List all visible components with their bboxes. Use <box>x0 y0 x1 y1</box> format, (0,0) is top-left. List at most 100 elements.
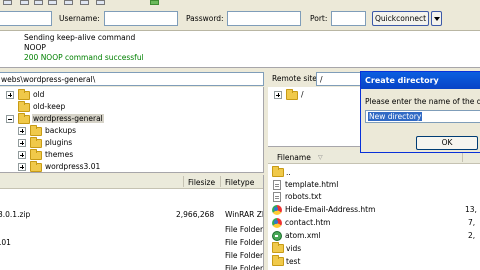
file-name: 3.0.1.zip <box>0 210 31 219</box>
file-name: .. <box>286 168 291 177</box>
toggle-log-icon[interactable] <box>20 0 29 5</box>
html-file-icon <box>273 180 281 190</box>
site-manager-icon[interactable] <box>3 0 12 5</box>
log-line: Sending keep-alive command <box>24 33 136 42</box>
expand-icon[interactable] <box>18 127 26 135</box>
username-label: Username: <box>59 14 100 23</box>
password-input[interactable] <box>227 11 301 26</box>
expand-icon[interactable] <box>274 91 282 99</box>
folder-icon <box>30 137 42 148</box>
file-name: template.html <box>285 180 339 189</box>
quickconnect-button[interactable]: Quickconnect <box>372 11 429 26</box>
file-row[interactable]: test <box>268 255 480 268</box>
ok-button[interactable]: OK <box>416 136 478 150</box>
expand-icon[interactable] <box>18 163 26 171</box>
tree-item-label: wordpress-general <box>32 114 104 123</box>
chrome-file-icon <box>272 205 282 215</box>
tree-item-label: backups <box>45 126 77 135</box>
folder-icon <box>286 89 298 100</box>
file-name: contact.htm <box>285 218 331 227</box>
local-directory-tree[interactable]: old old-keep wordpress-general backups p… <box>0 87 264 173</box>
toggle-remote-tree-icon[interactable] <box>48 0 57 5</box>
text-file-icon <box>273 192 281 202</box>
expand-icon[interactable] <box>18 151 26 159</box>
column-header-filesize[interactable]: Filesize <box>188 178 215 187</box>
file-name: robots.txt <box>285 192 322 201</box>
toggle-tree-icon[interactable] <box>34 0 43 5</box>
file-row[interactable] <box>0 191 263 204</box>
column-header-filetype[interactable]: Filetype <box>225 178 254 187</box>
folder-icon <box>272 242 284 253</box>
file-row[interactable]: contact.htm 7, <box>268 217 480 229</box>
file-row[interactable]: vids <box>268 242 480 255</box>
quickconnect-dropdown-button[interactable] <box>431 11 442 26</box>
folder-open-icon <box>18 113 30 124</box>
file-type: File Folder <box>225 238 264 247</box>
file-row[interactable]: .01 File Folder <box>0 236 264 249</box>
folder-icon <box>30 149 42 160</box>
file-type: File Folder <box>225 264 264 270</box>
directory-name-value: New directory <box>368 112 423 121</box>
tree-item-label: themes <box>45 150 74 159</box>
file-row[interactable]: File Folder <box>0 223 264 236</box>
dialog-title[interactable]: Create directory <box>361 72 480 89</box>
expand-icon[interactable] <box>6 91 14 99</box>
password-label: Password: <box>186 14 224 23</box>
remote-site-label: Remote site: <box>272 74 320 83</box>
folder-icon <box>18 89 30 100</box>
file-name: atom.xml <box>285 231 321 240</box>
dialog-prompt: Please enter the name of the di <box>365 97 480 106</box>
tree-item-label: plugins <box>45 138 73 147</box>
file-name: vids <box>286 244 302 253</box>
folder-icon <box>30 125 42 136</box>
file-size: 13, <box>465 205 477 214</box>
port-label: Port: <box>310 14 328 23</box>
cancel-icon[interactable] <box>96 0 105 5</box>
connect-icon[interactable] <box>150 0 159 5</box>
log-line: NOOP <box>24 43 46 52</box>
local-file-list-header: Filesize Filetype <box>0 175 263 189</box>
file-size: 2, <box>468 231 476 240</box>
tree-item-label: wordpress3.01 <box>45 162 101 171</box>
process-queue-icon[interactable] <box>80 0 89 5</box>
xml-file-icon <box>272 231 282 241</box>
file-row[interactable]: File Folder <box>0 262 264 270</box>
host-input[interactable] <box>0 11 52 26</box>
file-row[interactable]: robots.txt <box>268 191 480 203</box>
folder-icon <box>272 166 284 177</box>
file-row[interactable]: 3.0.1.zip 2,966,268 WinRAR ZI <box>0 208 264 221</box>
folder-icon <box>30 161 42 172</box>
file-name: test <box>286 257 301 266</box>
log-line: 200 NOOP command successful <box>24 53 144 62</box>
tree-item-label: old <box>33 90 45 99</box>
folder-icon <box>18 101 30 112</box>
file-type: File Folder <box>225 225 264 234</box>
port-input[interactable] <box>331 11 366 26</box>
file-row[interactable]: .. <box>268 166 480 179</box>
file-size: 7, <box>468 218 476 227</box>
collapse-icon[interactable] <box>6 115 14 123</box>
quickconnect-bar: Username: Password: Port: Quickconnect <box>0 6 480 31</box>
chevron-down-icon <box>434 17 440 21</box>
tree-item-label: old-keep <box>33 102 66 111</box>
refresh-icon[interactable] <box>64 0 73 5</box>
tree-item-label: / <box>301 90 304 99</box>
local-file-list[interactable]: Filesize Filetype 3.0.1.zip 2,966,268 Wi… <box>0 175 264 270</box>
file-row[interactable]: Hide-Email-Address.htm 13, <box>268 204 480 216</box>
file-name: .01 <box>0 238 11 247</box>
file-size: 2,966,268 <box>176 210 215 219</box>
username-input[interactable] <box>104 11 178 26</box>
file-type: File Folder <box>225 251 264 260</box>
column-header-filename[interactable]: Filename <box>277 153 311 162</box>
expand-icon[interactable] <box>18 139 26 147</box>
file-type: WinRAR ZI <box>225 210 264 219</box>
message-log[interactable]: Sending keep-alive command NOOP 200 NOOP… <box>0 31 480 68</box>
file-row[interactable]: atom.xml 2, <box>268 230 480 242</box>
local-site-path-input[interactable]: webs\wordpress-general\ <box>0 72 264 86</box>
file-row[interactable]: template.html <box>268 179 480 191</box>
directory-name-input[interactable]: New directory <box>365 110 480 123</box>
folder-icon <box>272 255 284 266</box>
file-name: Hide-Email-Address.htm <box>285 205 376 214</box>
file-row[interactable]: File Folder <box>0 249 264 262</box>
remote-file-list[interactable]: Filename ▽ .. template.html robots.txt H… <box>268 150 480 270</box>
